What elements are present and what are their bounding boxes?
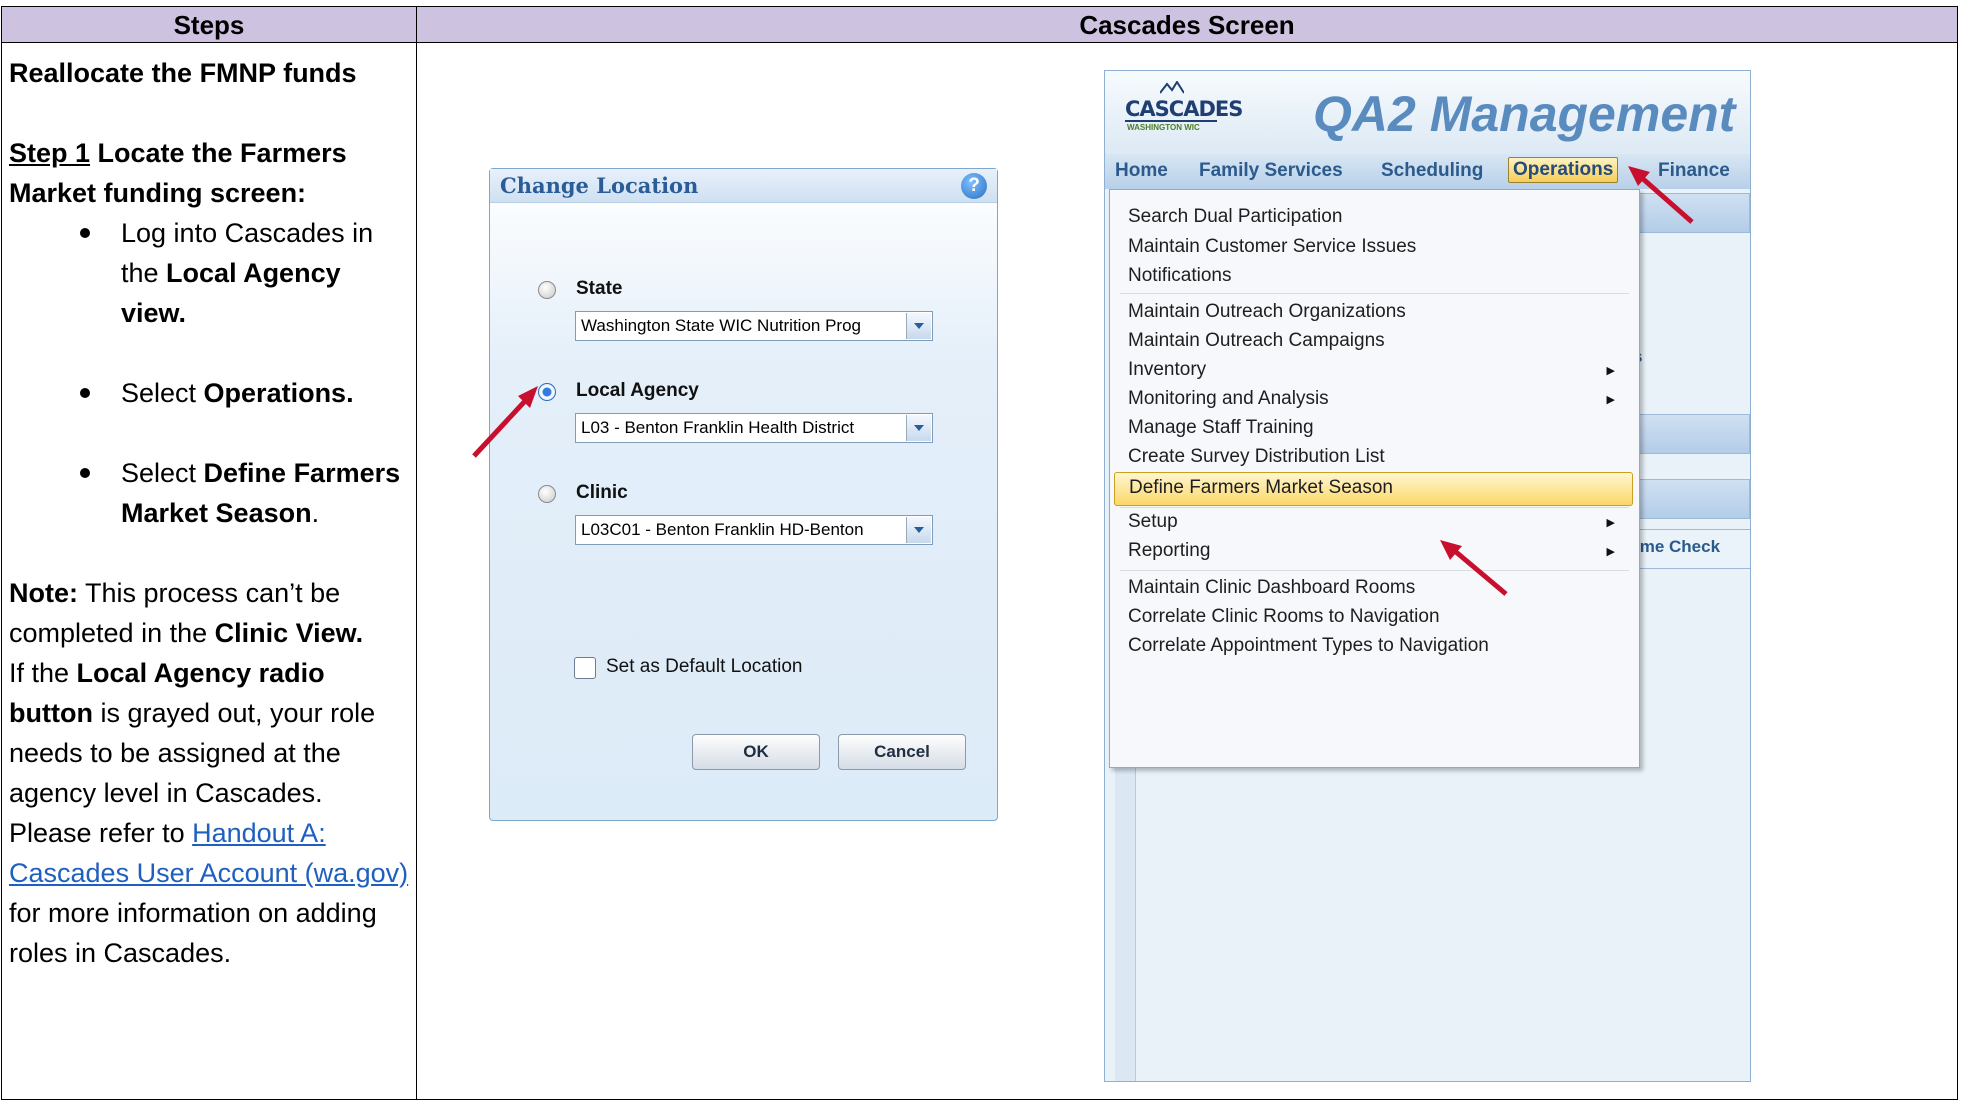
panel-bar [1630,193,1750,233]
menu-item-notifications[interactable]: Notifications [1128,265,1232,287]
main-menubar: Home Family Services Scheduling Operatio… [1105,154,1750,189]
menu-item-correlate-clinic-rooms[interactable]: Correlate Clinic Rooms to Navigation [1128,606,1440,628]
clinic-radio[interactable] [538,485,556,503]
bullet-define-season: Select Define Farmers Market Season. [9,453,409,533]
change-location-dialog: Change Location ? State Washington State… [489,168,998,821]
state-label: State [576,278,623,299]
menu-item-survey-distribution-list[interactable]: Create Survey Distribution List [1128,446,1385,468]
bullet-bold: Operations. [203,378,354,408]
menu-item-correlate-appointment-types[interactable]: Correlate Appointment Types to Navigatio… [1128,635,1489,657]
bullet-operations: Select Operations. [9,373,409,413]
local-agency-select-value: L03 - Benton Franklin Health District [581,418,855,437]
logo-wordmark: CASCADES [1125,97,1243,121]
bullet-text: Select [121,378,204,408]
app-title: QA2 Management I [1313,86,1751,142]
default-location-label: Set as Default Location [606,656,803,677]
submenu-arrow-icon: ▶ [1606,546,1615,558]
bullet-text: Select [121,458,204,488]
step1-heading: Step 1 Locate the Farmers Market funding… [9,133,409,213]
menu-item-outreach-campaigns[interactable]: Maintain Outreach Campaigns [1128,330,1385,352]
cascades-logo: CASCADES WASHINGTON WIC [1125,81,1243,143]
panel-bar [1630,414,1750,454]
app-banner: CASCADES WASHINGTON WIC QA2 Management I [1105,71,1750,154]
state-select-value: Washington State WIC Nutrition Prog [581,316,861,335]
menu-family-services[interactable]: Family Services [1199,160,1343,182]
menu-item-search-dual-participation[interactable]: Search Dual Participation [1128,206,1342,228]
menu-home[interactable]: Home [1115,160,1168,182]
menu-item-monitoring-analysis[interactable]: Monitoring and Analysis [1128,388,1329,410]
cascades-app-window: CASCADES WASHINGTON WIC QA2 Management I… [1104,70,1751,1082]
clinic-label: Clinic [576,482,628,503]
bullet-text: . [311,498,320,528]
column-divider [416,7,417,1099]
screen-column-header: Cascades Screen [417,7,1957,43]
steps-column: Reallocate the FMNP funds Step 1 Locate … [9,53,409,973]
state-select[interactable]: Washington State WIC Nutrition Prog [575,311,933,341]
menu-scheduling[interactable]: Scheduling [1381,160,1483,182]
clinic-select[interactable]: L03C01 - Benton Franklin HD-Benton [575,515,933,545]
menu-item-setup[interactable]: Setup [1128,511,1178,533]
default-location-checkbox[interactable] [574,657,596,679]
para-text: If the [9,658,77,688]
local-agency-radio[interactable] [538,383,556,401]
step1-bullet-list: Log into Cascades in the Local Agency vi… [9,213,409,533]
help-icon[interactable]: ? [961,173,987,199]
chevron-down-icon[interactable] [906,517,931,543]
clinic-select-value: L03C01 - Benton Franklin HD-Benton [581,520,864,539]
chevron-down-icon[interactable] [906,313,931,339]
menu-finance[interactable]: Finance [1658,160,1730,182]
submenu-arrow-icon: ▶ [1606,365,1615,377]
menu-item-define-farmers-market-season[interactable]: Define Farmers Market Season [1114,472,1633,506]
submenu-arrow-icon: ▶ [1606,394,1615,406]
radio-grayed-paragraph: If the Local Agency radio button is gray… [9,653,409,973]
cancel-button[interactable]: Cancel [838,734,966,770]
menu-operations[interactable]: Operations [1508,157,1619,183]
note-label: Note: [9,578,78,608]
menu-item-manage-staff-training[interactable]: Manage Staff Training [1128,417,1314,439]
note-paragraph: Note: This process can’t be completed in… [9,573,409,653]
chevron-down-icon[interactable] [906,415,931,441]
logo-subtitle: WASHINGTON WIC [1127,123,1200,132]
menu-item-customer-service-issues[interactable]: Maintain Customer Service Issues [1128,236,1416,258]
menu-item-inventory[interactable]: Inventory [1128,359,1206,381]
menu-item-reporting[interactable]: Reporting [1128,540,1210,562]
local-agency-select[interactable]: L03 - Benton Franklin Health District [575,413,933,443]
ok-button[interactable]: OK [692,734,820,770]
table-header-text: ime Check [1635,537,1721,556]
submenu-arrow-icon: ▶ [1606,517,1615,529]
operations-dropdown-menu: Search Dual Participation Maintain Custo… [1109,189,1640,768]
state-radio[interactable] [538,281,556,299]
steps-column-header: Steps [2,7,417,43]
step1-prefix: Step 1 [9,138,91,168]
dialog-title: Change Location [490,169,997,203]
note-bold: Clinic View. [214,618,364,648]
local-agency-label: Local Agency [576,380,699,401]
mountain-icon [1160,81,1184,94]
bullet-login: Log into Cascades in the Local Agency vi… [9,213,409,333]
panel-bar [1630,479,1750,519]
section-heading: Reallocate the FMNP funds [9,58,357,88]
menu-item-clinic-dashboard-rooms[interactable]: Maintain Clinic Dashboard Rooms [1128,577,1415,599]
para-text: for more information on adding roles in … [9,898,377,968]
menu-item-outreach-organizations[interactable]: Maintain Outreach Organizations [1128,301,1406,323]
